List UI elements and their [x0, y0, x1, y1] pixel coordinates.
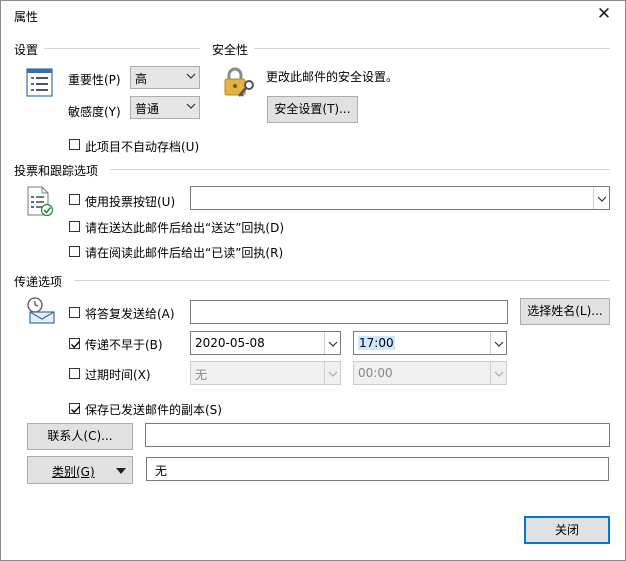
categories-input[interactable]: 无 — [146, 457, 609, 481]
use-voting-label: 使用投票按钮(U) — [85, 195, 176, 209]
security-description: 更改此邮件的安全设置。 — [266, 70, 399, 84]
voting-buttons-select[interactable] — [190, 186, 610, 210]
deliver-after-date: 2020-05-08 — [195, 336, 265, 350]
delivery-clock-icon — [24, 296, 58, 326]
contacts-button[interactable]: 联系人(C)... — [27, 423, 133, 450]
read-receipt-checkbox[interactable] — [69, 246, 80, 257]
importance-value: 高 — [135, 72, 148, 86]
deliver-after-date-picker[interactable]: 2020-05-08 — [190, 331, 341, 355]
no-autoarchive-label: 此项目不自动存档(U) — [85, 140, 200, 154]
delivery-divider — [74, 280, 610, 281]
sensitivity-label: 敏感度(Y) — [68, 105, 121, 119]
importance-select[interactable]: 高 — [130, 66, 200, 89]
categories-button-label: 类别(G) — [52, 465, 95, 479]
voting-group-label: 投票和跟踪选项 — [14, 164, 99, 178]
voting-document-icon — [26, 186, 54, 218]
chevron-down-icon — [490, 362, 506, 384]
select-names-button[interactable]: 选择姓名(L)... — [520, 298, 610, 325]
expires-time-picker[interactable]: 00:00 — [353, 361, 507, 385]
close-button[interactable]: 关闭 — [524, 516, 610, 544]
expires-date: 无 — [195, 368, 208, 382]
deliver-after-time: 17:00 — [358, 336, 395, 350]
sensitivity-value: 普通 — [135, 102, 160, 116]
reply-to-label: 将答复发送给(A) — [85, 307, 175, 321]
no-autoarchive-checkbox[interactable] — [69, 139, 80, 150]
delivery-receipt-label: 请在送达此邮件后给出“送达”回执(D) — [85, 221, 285, 235]
deliver-after-checkbox[interactable] — [69, 338, 81, 349]
security-lock-icon — [222, 66, 256, 100]
close-icon[interactable]: ✕ — [594, 4, 614, 24]
chevron-down-icon — [186, 73, 196, 79]
contacts-input[interactable] — [145, 423, 610, 447]
importance-label: 重要性(P) — [68, 73, 121, 87]
voting-divider — [110, 169, 610, 170]
chevron-down-icon — [593, 187, 609, 209]
reply-to-input[interactable] — [190, 300, 508, 324]
chevron-down-icon — [490, 332, 506, 354]
chevron-down-icon — [116, 468, 126, 474]
deliver-after-label: 传递不早于(B) — [85, 338, 163, 352]
security-divider — [254, 48, 610, 49]
expires-date-picker[interactable]: 无 — [190, 361, 341, 385]
chevron-down-icon — [324, 362, 340, 384]
expires-time: 00:00 — [358, 366, 393, 380]
security-settings-button[interactable]: 安全设置(T)... — [267, 96, 358, 123]
expires-label: 过期时间(X) — [85, 368, 151, 382]
delivery-group-label: 传递选项 — [14, 275, 63, 289]
checkmark-icon — [71, 341, 81, 349]
settings-group-label: 设置 — [14, 43, 39, 57]
deliver-after-time-picker[interactable]: 17:00 — [353, 331, 507, 355]
settings-list-icon — [26, 68, 54, 98]
dialog-title: 属性 — [14, 10, 39, 24]
checkmark-icon — [71, 406, 81, 414]
security-group-label: 安全性 — [212, 43, 249, 57]
categories-value: 无 — [155, 464, 168, 478]
chevron-down-icon — [186, 103, 196, 109]
categories-button[interactable]: 类别(G) — [27, 456, 133, 484]
save-copy-label: 保存已发送邮件的副本(S) — [85, 403, 222, 417]
read-receipt-label: 请在阅读此邮件后给出“已读”回执(R) — [85, 246, 284, 260]
expires-checkbox[interactable] — [69, 368, 80, 379]
delivery-receipt-checkbox[interactable] — [69, 221, 80, 232]
save-copy-checkbox[interactable] — [69, 403, 81, 414]
use-voting-checkbox[interactable] — [69, 194, 80, 205]
sensitivity-select[interactable]: 普通 — [130, 96, 200, 119]
reply-to-checkbox[interactable] — [69, 307, 80, 318]
chevron-down-icon — [324, 332, 340, 354]
settings-divider — [44, 48, 200, 49]
